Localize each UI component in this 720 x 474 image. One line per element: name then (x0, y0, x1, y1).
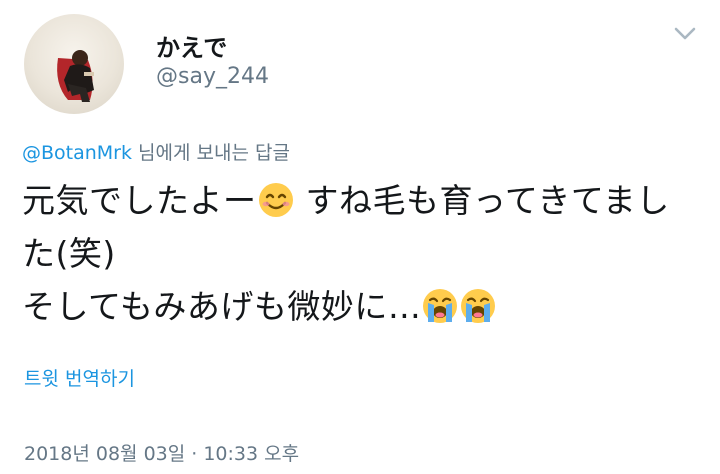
tweet-timestamp[interactable]: 2018년 08월 03일 · 10:33 오후 (24, 439, 299, 466)
reply-context-label: 님에게 보내는 답글 (132, 142, 290, 164)
tweet-text-segment: そしてもみあげも微妙に… (22, 287, 422, 326)
smiling-face-emoji-icon (258, 182, 294, 218)
avatar[interactable] (24, 14, 124, 114)
translate-tweet-link[interactable]: 트윗 번역하기 (24, 364, 135, 391)
tweet-text: 元気でしたよー すね毛も育ってきてまし た(笑) そしてもみあげも微妙に… (22, 174, 712, 333)
tweet-text-line-2: た(笑) (22, 234, 116, 273)
tweet-text-segment: 元気でしたよー (22, 181, 257, 220)
chevron-down-icon[interactable] (670, 20, 700, 48)
tweet-card: かえで @say_244 @BotanMrk 님에게 보내는 답글 元気でしたよ… (0, 0, 720, 474)
tweet-text-line-1: 元気でしたよー すね毛も育ってきてまし (22, 174, 712, 227)
reply-mention-link[interactable]: @BotanMrk (22, 142, 132, 164)
reply-context: @BotanMrk 님에게 보내는 답글 (22, 138, 290, 165)
tweet-text-line-3: そしてもみあげも微妙に… (22, 280, 712, 333)
author-display-name[interactable]: かえで (156, 28, 227, 63)
avatar-photo (57, 50, 94, 102)
loudly-crying-face-emoji-icon (460, 288, 496, 324)
loudly-crying-face-emoji-icon (422, 288, 458, 324)
tweet-text-segment: すね毛も育ってきてまし (294, 181, 670, 220)
author-handle[interactable]: @say_244 (156, 64, 269, 89)
